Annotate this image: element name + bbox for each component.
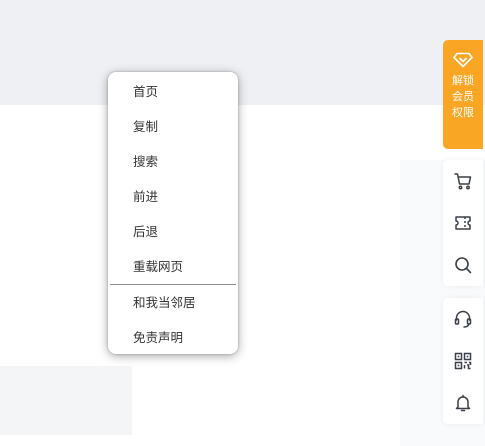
page-header-background: [0, 0, 485, 105]
unlock-membership-label: 解锁会员权限: [452, 74, 474, 119]
qr-code-icon: [454, 352, 472, 370]
menu-item-reload[interactable]: 重载网页: [108, 249, 238, 284]
unlock-membership-button[interactable]: 解锁会员权限: [443, 40, 483, 149]
customer-service-button[interactable]: [443, 298, 483, 340]
cart-icon: [453, 171, 473, 191]
sidebar-tools-top: [443, 160, 483, 286]
search-icon: [453, 255, 473, 275]
content-panel-background: [0, 366, 132, 435]
ticket-icon: [453, 213, 473, 233]
bell-icon: [453, 393, 473, 413]
search-button[interactable]: [443, 244, 483, 286]
menu-item-search[interactable]: 搜索: [108, 144, 238, 179]
menu-item-forward[interactable]: 前进: [108, 179, 238, 214]
menu-item-disclaimer[interactable]: 免责声明: [108, 320, 238, 355]
cart-button[interactable]: [443, 160, 483, 202]
qr-code-button[interactable]: [443, 340, 483, 382]
menu-item-back[interactable]: 后退: [108, 214, 238, 249]
menu-item-copy[interactable]: 复制: [108, 109, 238, 144]
headset-icon: [453, 309, 473, 329]
context-menu: 首页 复制 搜索 前进 后退 重载网页 和我当邻居 免责声明: [108, 72, 238, 354]
menu-item-neighbor[interactable]: 和我当邻居: [108, 285, 238, 320]
menu-item-home[interactable]: 首页: [108, 74, 238, 109]
notification-button[interactable]: [443, 382, 483, 424]
diamond-icon: [453, 52, 473, 68]
ticket-button[interactable]: [443, 202, 483, 244]
sidebar-tools-bottom: [443, 298, 483, 424]
